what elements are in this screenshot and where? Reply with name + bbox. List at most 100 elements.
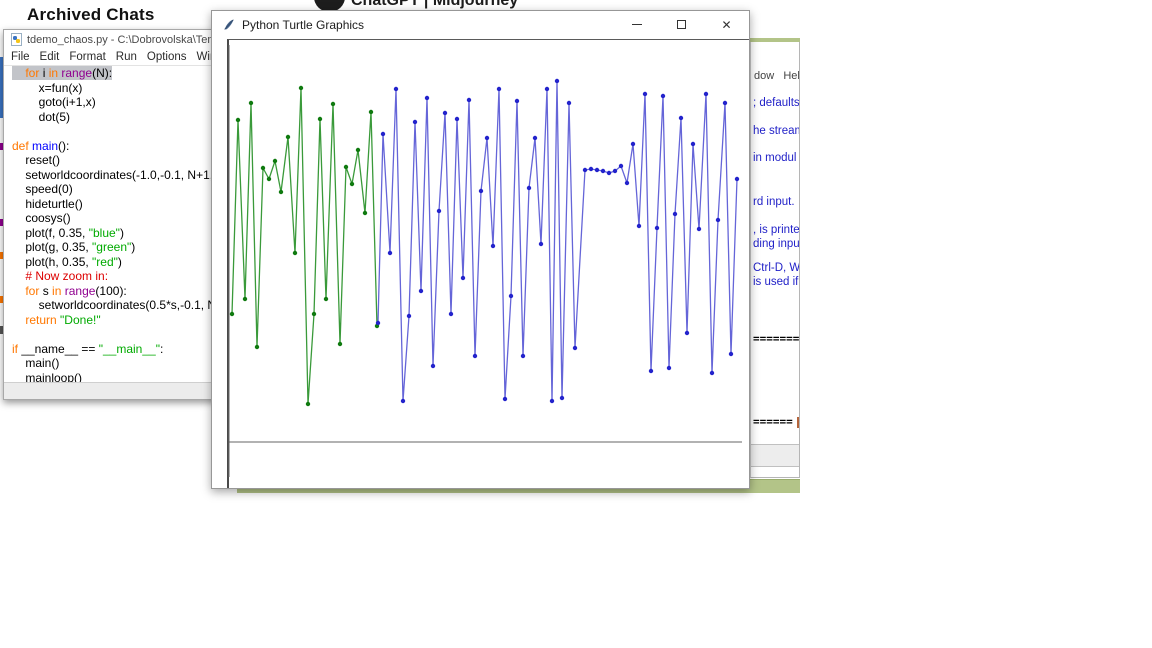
data-point [613, 169, 617, 173]
code-token: range [61, 66, 92, 80]
code-token: (N): [92, 66, 112, 80]
data-point [716, 218, 720, 222]
code-token: (100): [95, 284, 126, 298]
data-point [356, 148, 360, 152]
data-point [555, 79, 559, 83]
data-point [299, 86, 303, 90]
maximize-button[interactable] [659, 11, 704, 38]
data-point [431, 364, 435, 368]
menu-format[interactable]: Format [69, 51, 105, 63]
code-token: dot(5) [12, 110, 70, 124]
data-point [350, 182, 354, 186]
data-point [595, 168, 599, 172]
data-point [312, 312, 316, 316]
data-point [655, 226, 659, 230]
data-point [485, 136, 489, 140]
code-token: plot(f, 0.35, [12, 226, 89, 240]
data-point [497, 87, 501, 91]
menu-file[interactable]: File [11, 51, 30, 63]
plot-line-blue [378, 81, 737, 401]
shell-text-fragment: is used if [753, 276, 798, 288]
shell-text-fragment: ======= [753, 332, 799, 345]
code-token: hideturtle() [12, 197, 83, 211]
code-token: main [32, 139, 58, 153]
shell-text-fragment: ; defaults [753, 97, 800, 109]
data-point [249, 101, 253, 105]
data-point [455, 117, 459, 121]
data-point [567, 101, 571, 105]
data-point [631, 142, 635, 146]
code-token: "blue" [89, 226, 120, 240]
code-token [12, 284, 25, 298]
data-point [625, 181, 629, 185]
code-token [12, 66, 25, 80]
code-token: speed(0) [12, 182, 73, 196]
data-point [679, 116, 683, 120]
shell-menubar[interactable]: dow Help [754, 70, 800, 82]
code-token: for [25, 284, 39, 298]
shell-text-fragment: , is printe [753, 224, 800, 236]
data-point [473, 354, 477, 358]
data-point [407, 314, 411, 318]
code-token: : [160, 342, 163, 356]
data-point [230, 312, 234, 316]
data-point [661, 94, 665, 98]
turtle-canvas[interactable] [212, 38, 749, 488]
data-point [697, 227, 701, 231]
page-title: Archived Chats [27, 5, 155, 25]
menu-edit[interactable]: Edit [40, 51, 60, 63]
data-point [401, 399, 405, 403]
data-point [573, 346, 577, 350]
chat-item-label: ChatGPT | Midjourney [351, 0, 541, 10]
data-point [467, 98, 471, 102]
data-point [509, 294, 513, 298]
data-point [369, 110, 373, 114]
data-point [461, 276, 465, 280]
shell-text-fragment: in modul [753, 152, 796, 164]
plot-line-green [232, 88, 377, 404]
shell-text-fragment: he stream [753, 125, 800, 137]
close-button[interactable]: ✕ [704, 11, 749, 38]
code-token: "green" [92, 240, 131, 254]
data-point [691, 142, 695, 146]
data-point [279, 190, 283, 194]
data-point [261, 166, 265, 170]
maximize-icon [677, 20, 686, 29]
code-token: plot(g, 0.35, [12, 240, 92, 254]
turtle-titlebar[interactable]: Python Turtle Graphics ✕ [212, 11, 749, 38]
data-point [685, 331, 689, 335]
data-point [376, 321, 380, 325]
data-point [318, 117, 322, 121]
code-token: i [39, 66, 48, 80]
data-point [601, 169, 605, 173]
shell-text-fragment: ding input [753, 238, 800, 250]
menu-run[interactable]: Run [116, 51, 137, 63]
code-token: setworldcoordinates(0.5*s,-0.1, N [12, 298, 216, 312]
data-point [286, 135, 290, 139]
data-point [293, 251, 297, 255]
code-token: # Now zoom in: [12, 269, 108, 283]
data-point [267, 177, 271, 181]
menu-options[interactable]: Options [147, 51, 187, 63]
data-point [550, 399, 554, 403]
data-point [273, 159, 277, 163]
code-token: s [39, 284, 52, 298]
code-token: ) [131, 240, 135, 254]
data-point [243, 297, 247, 301]
minimize-button[interactable] [614, 11, 659, 38]
code-token: x=fun(x) [12, 81, 82, 95]
data-point [449, 312, 453, 316]
shell-scrollbar[interactable] [751, 444, 799, 467]
editor-title: tdemo_chaos.py - C:\Dobrovolska\Tema1\ [27, 34, 232, 46]
shell-text-fragment: ====== [753, 415, 799, 428]
code-token: "Done!" [60, 313, 101, 327]
code-token [12, 313, 25, 327]
python-file-icon [11, 33, 22, 46]
data-point [503, 397, 507, 401]
data-point [515, 99, 519, 103]
data-point [324, 297, 328, 301]
data-point [527, 186, 531, 190]
code-token: __name__ == [18, 342, 99, 356]
code-token: ) [120, 226, 124, 240]
data-point [425, 96, 429, 100]
